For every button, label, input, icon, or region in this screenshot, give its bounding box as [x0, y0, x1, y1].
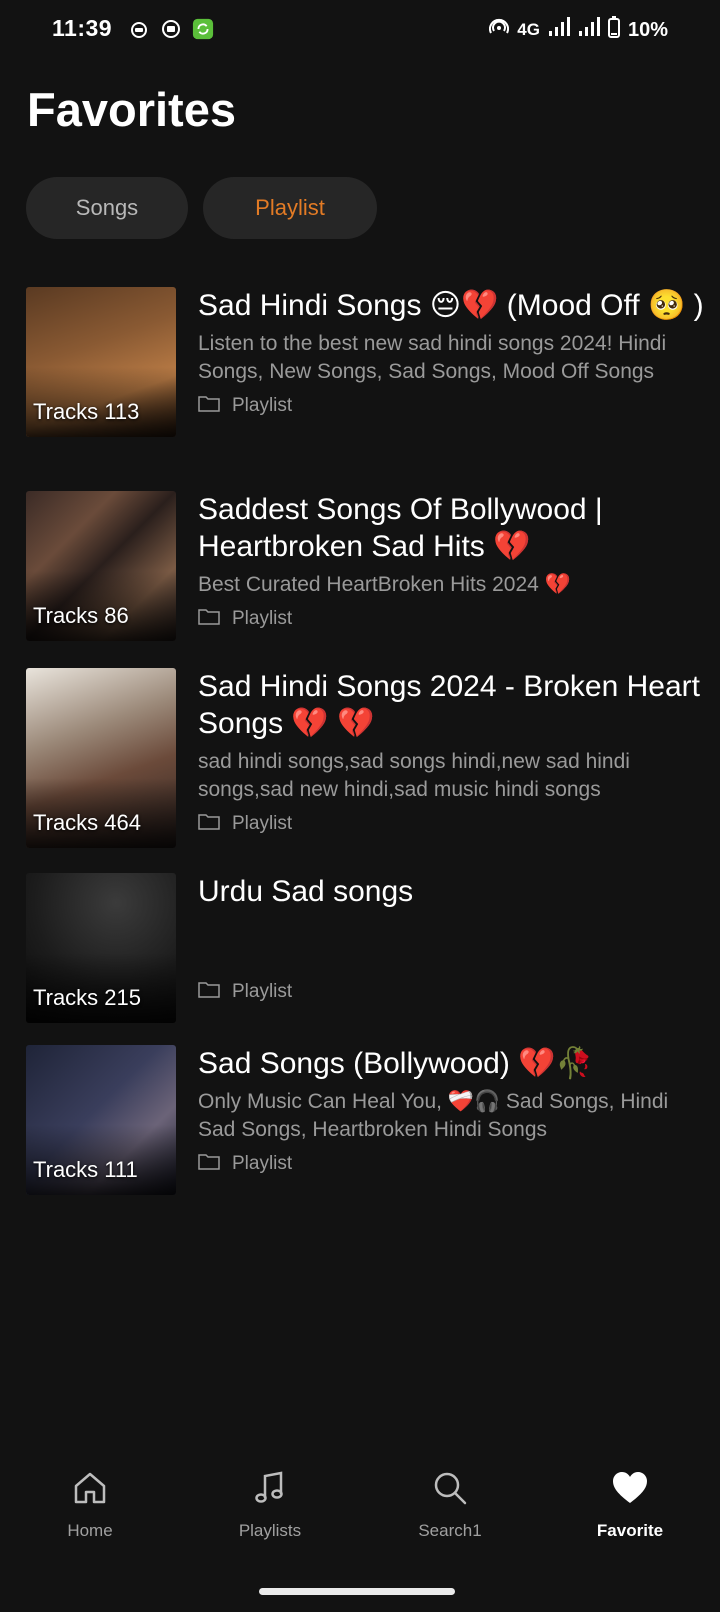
home-indicator[interactable]	[259, 1588, 455, 1595]
playlist-meta: Playlist	[198, 607, 706, 631]
nav-favorite[interactable]: Favorite	[540, 1468, 720, 1578]
media-icon	[160, 18, 182, 40]
playlist-description: Best Curated HeartBroken Hits 2024 💔	[198, 573, 571, 596]
playlist-type: Playlist	[232, 981, 293, 1002]
playlist-thumbnail: Tracks 86	[26, 491, 176, 641]
playlist-type: Playlist	[232, 1153, 293, 1174]
folder-icon	[198, 607, 220, 631]
playlist-thumbnail: Tracks 113	[26, 287, 176, 437]
playlist-thumbnail: Tracks 111	[26, 1045, 176, 1195]
playlist-meta: Playlist	[198, 812, 706, 836]
folder-icon	[198, 394, 220, 418]
playlist-type: Playlist	[232, 813, 293, 834]
page-title: Favorites	[27, 83, 236, 136]
playlist-description: sad hindi songs,sad songs hindi,new sad …	[198, 750, 630, 801]
playlist-info: Sad Hindi Songs 😔💔 (Mood Off 🥺 ) Listen …	[198, 287, 706, 418]
music-note-icon	[250, 1468, 290, 1513]
folder-icon	[198, 980, 220, 1004]
playlist-description: Listen to the best new sad hindi songs 2…	[198, 332, 667, 383]
robot-icon	[128, 18, 150, 40]
refresh-app-icon	[192, 18, 214, 40]
battery-percent: 10%	[627, 18, 668, 41]
track-count: Tracks 215	[33, 985, 142, 1010]
nav-home[interactable]: Home	[0, 1468, 180, 1578]
folder-icon	[198, 812, 220, 836]
playlist-title: Urdu Sad songs	[198, 875, 414, 908]
playlist-meta: Playlist	[198, 1152, 706, 1176]
nav-playlists-label: Playlists	[238, 1521, 302, 1540]
nav-search[interactable]: Search1	[360, 1468, 540, 1578]
playlist-title: Sad Hindi Songs 2024 - Broken Heart Song…	[198, 670, 700, 740]
notification-icons	[128, 18, 214, 40]
track-count: Tracks 111	[33, 1157, 138, 1182]
favorites-tabs: Songs Playlist	[26, 177, 377, 239]
track-count: Tracks 113	[33, 399, 140, 424]
nav-search-label: Search1	[418, 1521, 482, 1540]
status-right: 4G 10%	[489, 16, 668, 44]
battery-icon	[607, 16, 620, 44]
nav-home-label: Home	[67, 1521, 113, 1540]
tab-songs[interactable]: Songs	[26, 177, 188, 239]
playlist-thumbnail: Tracks 215	[26, 873, 176, 1023]
playlist-meta: Playlist	[198, 980, 706, 1004]
playlist-info: Saddest Songs Of Bollywood | Heartbroken…	[198, 491, 706, 631]
playlist-thumbnail: Tracks 464	[26, 668, 176, 848]
folder-icon	[198, 1152, 220, 1176]
status-bar: 11:39 4G 10%	[0, 0, 720, 60]
signal-icon	[548, 17, 570, 43]
nav-favorite-label: Favorite	[596, 1521, 664, 1540]
playlist-title: Sad Songs (Bollywood) 💔🥀	[198, 1047, 593, 1080]
playlist-description: Only Music Can Heal You, ❤️‍🩹🎧 Sad Songs…	[198, 1090, 669, 1141]
track-count: Tracks 464	[33, 810, 142, 835]
signal-icon-2	[578, 17, 600, 43]
tab-playlist[interactable]: Playlist	[203, 177, 377, 239]
playlist-type: Playlist	[232, 395, 293, 416]
network-type: 4G	[517, 20, 540, 39]
track-count: Tracks 86	[33, 603, 129, 628]
playlist-info: Urdu Sad songs Playlist	[198, 873, 706, 1004]
playlist-title: Saddest Songs Of Bollywood | Heartbroken…	[198, 493, 603, 563]
playlist-meta: Playlist	[198, 394, 706, 418]
playlist-info: Sad Songs (Bollywood) 💔🥀 Only Music Can …	[198, 1045, 706, 1176]
bottom-nav: Home Playlists Search1 Favorite	[0, 1468, 720, 1578]
playlist-type: Playlist	[232, 608, 293, 629]
status-time: 11:39	[52, 15, 113, 41]
home-icon	[70, 1468, 110, 1513]
playlist-title: Sad Hindi Songs 😔💔 (Mood Off 🥺 )	[198, 289, 704, 322]
hotspot-icon	[489, 17, 510, 43]
playlist-description	[198, 916, 706, 972]
nav-playlists[interactable]: Playlists	[180, 1468, 360, 1578]
search-icon	[430, 1468, 470, 1513]
heart-icon	[610, 1468, 650, 1513]
playlist-info: Sad Hindi Songs 2024 - Broken Heart Song…	[198, 668, 706, 836]
